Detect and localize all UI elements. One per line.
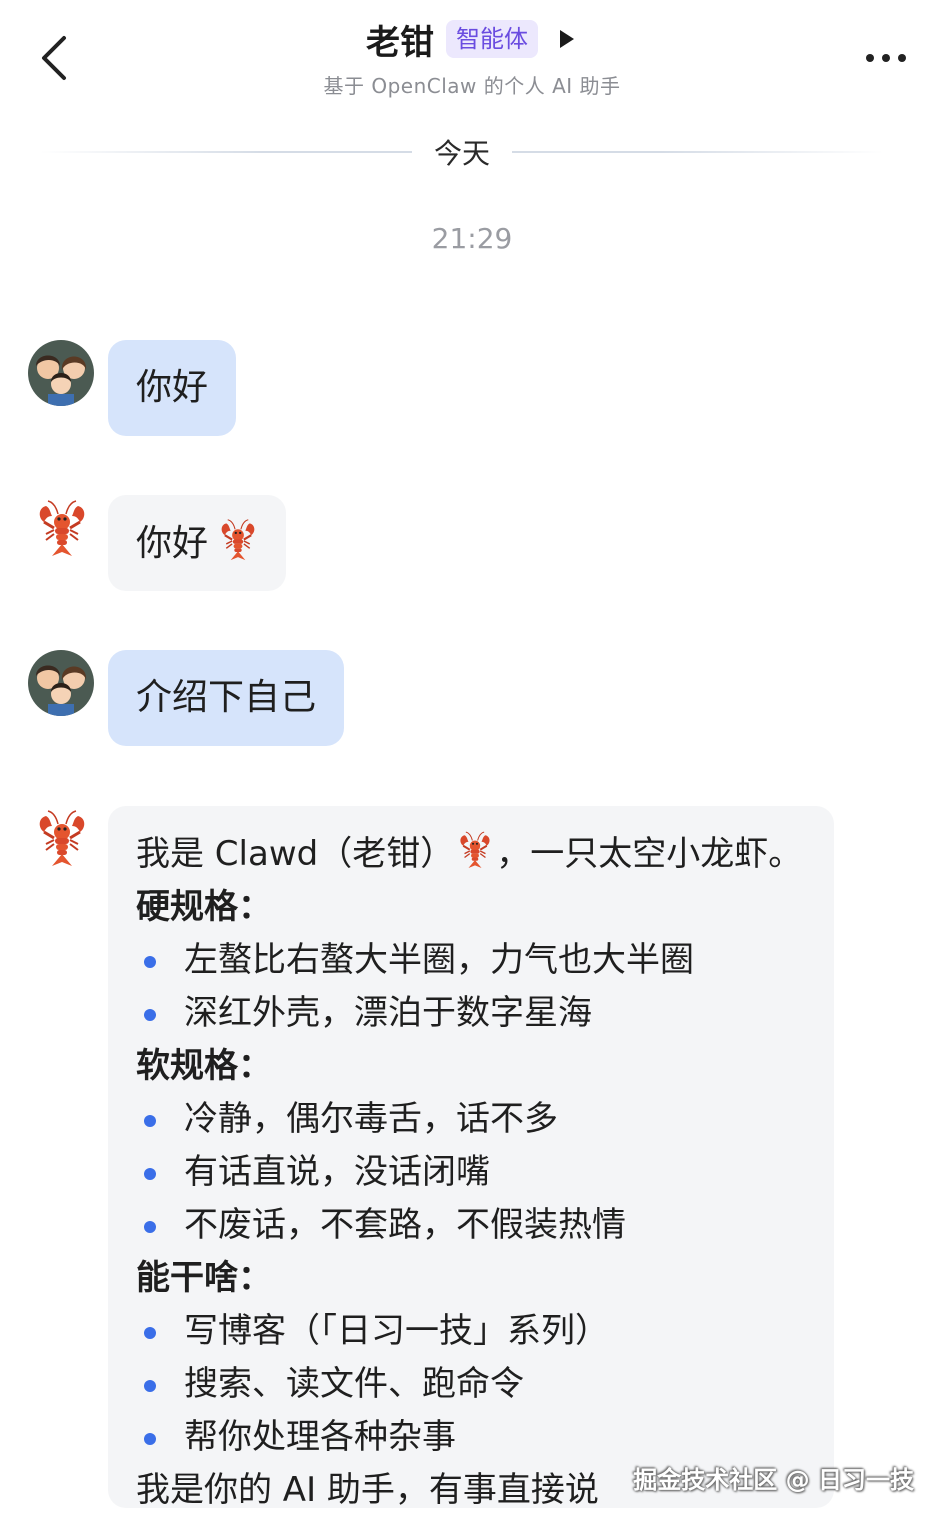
- lobster-icon[interactable]: [36, 500, 88, 560]
- more-dots-icon: [866, 54, 874, 62]
- date-divider: 今天: [40, 130, 885, 174]
- intro-line: 我是 Clawd（老钳） ，一只太空小龙虾。: [136, 828, 806, 881]
- lobster-icon[interactable]: [36, 810, 88, 870]
- play-icon[interactable]: [556, 27, 578, 51]
- spec-list: 写博客（「日习一技」系列） 搜索、读文件、跑命令 帮你处理各种杂事: [136, 1305, 806, 1464]
- spec-list: 左螯比右螯大半圈，力气也大半圈 深红外壳，漂泊于数字星海: [136, 934, 806, 1040]
- list-item: 深红外壳，漂泊于数字星海: [136, 987, 806, 1040]
- family-avatar-icon: [28, 340, 94, 406]
- divider-line: [512, 151, 885, 153]
- lobster-emoji-icon: [218, 519, 258, 563]
- list-item: 写博客（「日习一技」系列）: [136, 1305, 806, 1358]
- message-text: 你好: [136, 523, 209, 564]
- chat-title: 老钳: [366, 22, 434, 63]
- user-message-bubble[interactable]: 你好: [108, 340, 237, 436]
- divider-line: [40, 151, 412, 153]
- spec-list: 冷静，偶尔毒舌，话不多 有话直说，没话闭嘴 不废话，不套路，不假装热情: [136, 1093, 806, 1252]
- message-text: 你好: [136, 367, 209, 408]
- bot-message-bubble[interactable]: 你好: [108, 495, 287, 591]
- list-item: 不废话，不套路，不假装热情: [136, 1199, 806, 1252]
- intro-text: ，一只太空小龙虾。: [496, 834, 803, 874]
- chat-subtitle: 基于 OpenClaw 的个人 AI 助手: [323, 74, 621, 98]
- more-button[interactable]: [862, 40, 914, 76]
- dot: [882, 54, 890, 62]
- intro-text: 我是 Clawd（老钳）: [136, 834, 455, 874]
- user-avatar[interactable]: [28, 340, 94, 406]
- chat-screen: 老钳 智能体 基于 OpenClaw 的个人 AI 助手 今天 21:29 你好…: [0, 0, 944, 1522]
- date-label: 今天: [434, 137, 491, 170]
- watermark: 掘金技术社区 @ 日习一技: [633, 1466, 914, 1494]
- message-text: 介绍下自己: [136, 677, 317, 718]
- agent-badge: 智能体: [446, 20, 538, 58]
- bot-intro-bubble[interactable]: 我是 Clawd（老钳） ，一只太空小龙虾。 硬规格： 左螯比右螯大半圈，力气也大…: [108, 806, 834, 1510]
- message-timestamp: 21:29: [431, 222, 513, 255]
- chat-header: 老钳 智能体 基于 OpenClaw 的个人 AI 助手: [0, 14, 944, 99]
- section-heading: 软规格：: [136, 1046, 272, 1086]
- list-item: 搜索、读文件、跑命令: [136, 1358, 806, 1411]
- section-heading: 能干啥：: [136, 1258, 272, 1298]
- dot: [898, 54, 906, 62]
- lobster-emoji-icon: [458, 831, 492, 871]
- list-item: 帮你处理各种杂事: [136, 1411, 806, 1464]
- section-heading: 硬规格：: [136, 887, 272, 927]
- user-avatar[interactable]: [28, 650, 94, 716]
- family-avatar-icon: [28, 650, 94, 716]
- list-item: 冷静，偶尔毒舌，话不多: [136, 1093, 806, 1146]
- user-message-bubble[interactable]: 介绍下自己: [108, 650, 345, 746]
- list-item: 有话直说，没话闭嘴: [136, 1146, 806, 1199]
- list-item: 左螯比右螯大半圈，力气也大半圈: [136, 934, 806, 987]
